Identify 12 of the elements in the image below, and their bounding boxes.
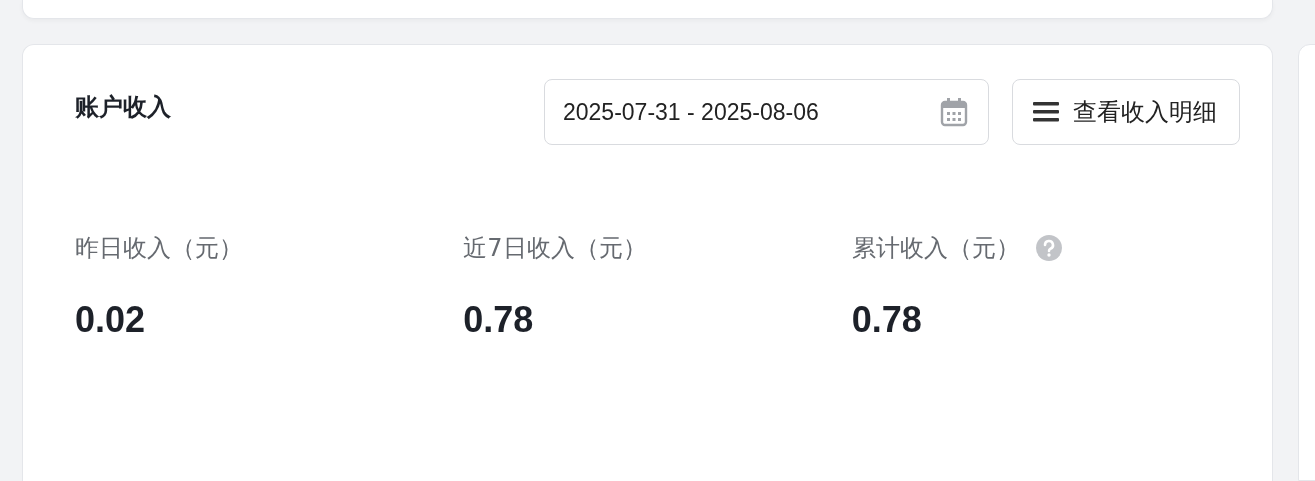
stat-value: 0.78 — [851, 299, 923, 341]
stat-label: 昨日收入（元） — [75, 233, 243, 264]
help-icon[interactable] — [1035, 235, 1062, 261]
income-details-button[interactable]: 查看收入明细 — [1012, 79, 1240, 145]
date-range-field[interactable]: 2025-07-31 - 2025-08-06 — [544, 79, 989, 145]
stat-label: 近7日收入（元） — [463, 233, 647, 264]
calendar-icon — [940, 97, 968, 127]
stat-label: 累计收入（元） — [851, 233, 1020, 264]
stat-value: 0.78 — [463, 299, 535, 341]
stat-value: 0.02 — [75, 299, 147, 341]
menu-icon — [1033, 102, 1059, 122]
card-title: 账户收入 — [75, 92, 171, 123]
